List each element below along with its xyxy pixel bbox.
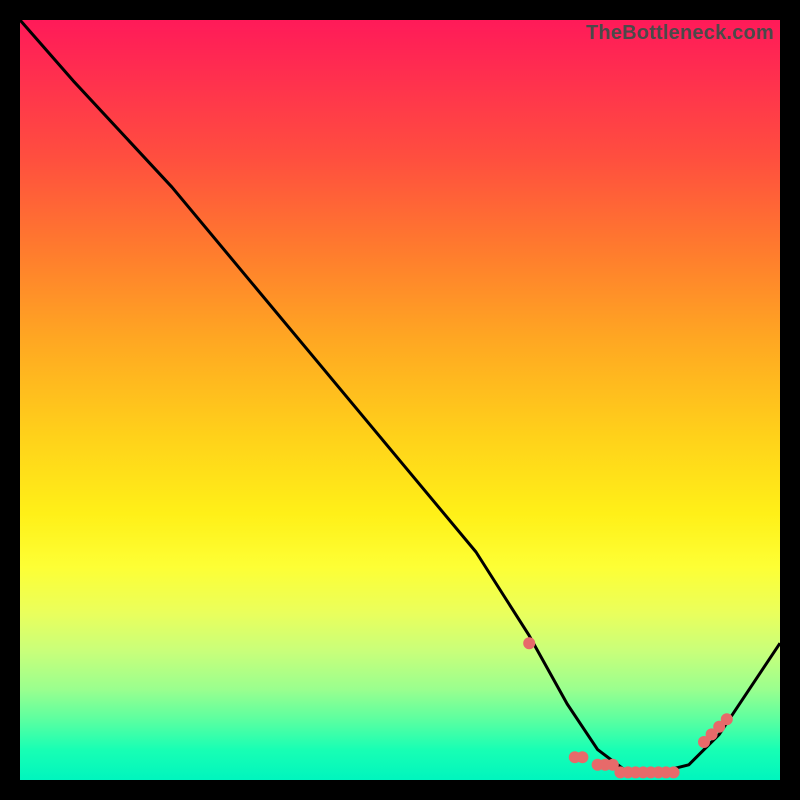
- chart-svg: [20, 20, 780, 780]
- chart-frame: TheBottleneck.com: [20, 20, 780, 780]
- curve-markers: [523, 637, 733, 778]
- curve-line: [20, 20, 780, 772]
- marker-dot: [721, 713, 733, 725]
- marker-dot: [668, 766, 680, 778]
- marker-dot: [523, 637, 535, 649]
- marker-dot: [576, 751, 588, 763]
- curve-path: [20, 20, 780, 772]
